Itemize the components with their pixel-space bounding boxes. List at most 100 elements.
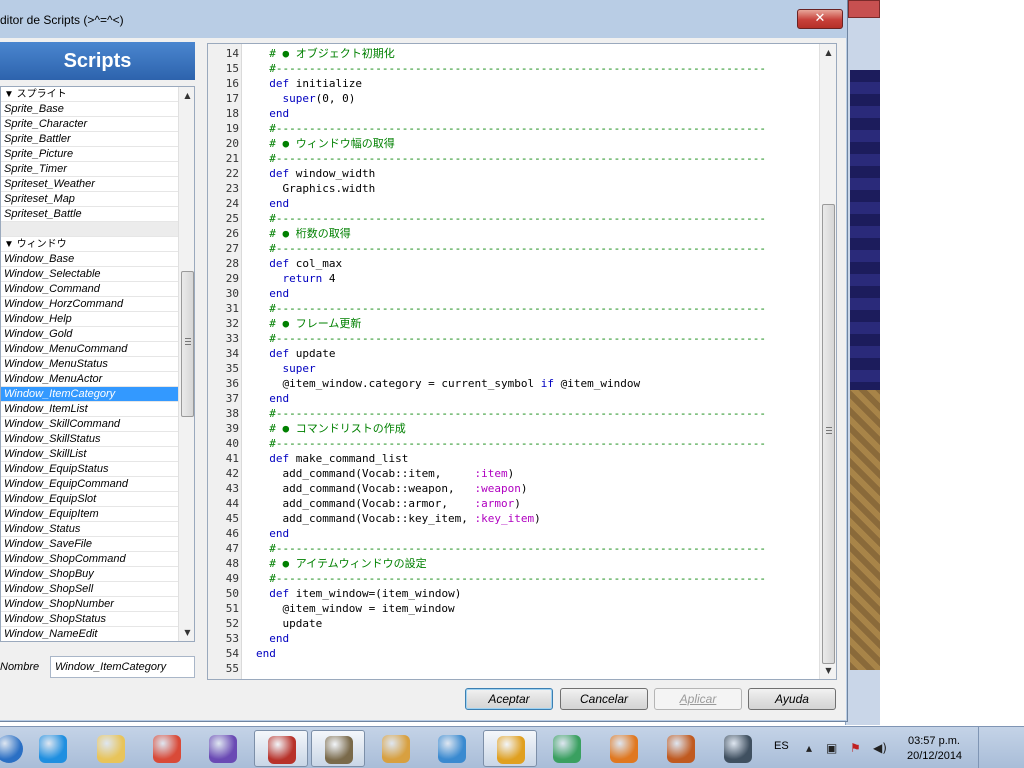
script-list-item[interactable]: Spriteset_Map [1,192,178,207]
scroll-down-arrow-icon[interactable]: ▼ [820,662,836,679]
script-group-header[interactable]: ▼ スプライト [1,87,178,102]
script-list-item[interactable]: Window_Help [1,312,178,327]
code-line[interactable]: 16 def initialize [208,76,818,91]
scrollbar-thumb[interactable] [181,271,194,417]
code-line[interactable]: 25 #------------------------------------… [208,211,818,226]
script-list-item[interactable]: Window_MenuCommand [1,342,178,357]
code-line[interactable]: 31 #------------------------------------… [208,301,818,316]
taskbar-button[interactable] [84,730,138,767]
taskbar-button[interactable] [311,730,365,767]
taskbar-button[interactable] [597,730,651,767]
script-list-item[interactable]: Window_MenuActor [1,372,178,387]
script-group-header[interactable]: ▼ ウィンドウ [1,237,178,252]
code-line[interactable]: 36 @item_window.category = current_symbo… [208,376,818,391]
code-line[interactable]: 23 Graphics.width [208,181,818,196]
code-line[interactable]: 51 @item_window = item_window [208,601,818,616]
code-editor[interactable]: 14 # ● オブジェクト初期化 15 #--------------------… [207,43,837,680]
cancel-button[interactable]: Cancelar [560,688,648,710]
scroll-up-arrow-icon[interactable]: ▲ [820,44,836,61]
code-line[interactable]: 38 #------------------------------------… [208,406,818,421]
help-button[interactable]: Ayuda [748,688,836,710]
action-center-icon[interactable]: ⚑ [850,741,861,755]
show-hidden-icons-icon[interactable]: ▴ [806,741,812,755]
scroll-up-arrow-icon[interactable]: ▲ [179,87,194,104]
script-list-item[interactable] [1,222,178,237]
script-list-scrollbar[interactable]: ▲ ▼ [178,87,194,641]
script-list-item[interactable]: Window_SkillList [1,447,178,462]
script-list-item[interactable]: Sprite_Picture [1,147,178,162]
script-list-item[interactable]: Window_EquipItem [1,507,178,522]
script-list[interactable]: ▼ スプライト Sprite_Base Sprite_Character Sprite… [0,86,195,642]
taskbar-button[interactable] [654,730,708,767]
script-list-item[interactable]: Window_EquipStatus [1,462,178,477]
code-line[interactable]: 44 add_command(Vocab::armor, :armor) [208,496,818,511]
taskbar-button[interactable] [196,730,250,767]
code-line[interactable]: 32 # ● フレーム更新 [208,316,818,331]
script-list-item[interactable]: Window_Base [1,252,178,267]
script-list-item[interactable]: Window_Gold [1,327,178,342]
apply-button[interactable]: Aplicar [654,688,742,710]
taskbar-button[interactable] [425,730,479,767]
script-list-item[interactable]: Window_EquipCommand [1,477,178,492]
code-line[interactable]: 21 #------------------------------------… [208,151,818,166]
code-line[interactable]: 14 # ● オブジェクト初期化 [208,46,818,61]
script-list-item[interactable]: Window_SkillCommand [1,417,178,432]
script-list-item[interactable]: Sprite_Base [1,102,178,117]
code-line[interactable]: 53 end [208,631,818,646]
code-line[interactable]: 22 def window_width [208,166,818,181]
code-line[interactable]: 42 add_command(Vocab::item, :item) [208,466,818,481]
script-name-input[interactable]: Window_ItemCategory [50,656,195,678]
scrollbar-thumb[interactable] [822,204,835,664]
script-list-item[interactable]: Window_ShopNumber [1,597,178,612]
clock-date[interactable]: 20/12/2014 [907,750,962,762]
code-line[interactable]: 48 # ● アイテムウィンドウの設定 [208,556,818,571]
script-list-item[interactable]: Sprite_Timer [1,162,178,177]
script-list-item[interactable]: Window_MenuStatus [1,357,178,372]
script-list-item[interactable]: Window_ShopBuy [1,567,178,582]
script-list-item[interactable]: Window_HorzCommand [1,297,178,312]
code-line[interactable]: 40 #------------------------------------… [208,436,818,451]
taskbar-button[interactable] [711,730,765,767]
script-list-item[interactable]: Window_ItemList [1,402,178,417]
volume-icon[interactable]: ◀) [873,741,887,755]
script-list-item[interactable]: Window_ShopSell [1,582,178,597]
script-list-item[interactable]: Window_ShopStatus [1,612,178,627]
script-list-item[interactable]: Window_SaveFile [1,537,178,552]
close-button[interactable]: ✕ [797,9,843,29]
code-line[interactable]: 35 super [208,361,818,376]
script-list-item[interactable]: Window_Command [1,282,178,297]
accept-button[interactable]: Aceptar [465,688,553,710]
code-line[interactable]: 39 # ● コマンドリストの作成 [208,421,818,436]
scroll-down-arrow-icon[interactable]: ▼ [179,624,194,641]
code-line[interactable]: 43 add_command(Vocab::weapon, :weapon) [208,481,818,496]
code-line[interactable]: 45 add_command(Vocab::key_item, :key_ite… [208,511,818,526]
code-line[interactable]: 19 #------------------------------------… [208,121,818,136]
code-line[interactable]: 41 def make_command_list [208,451,818,466]
script-list-item[interactable]: Window_ShopCommand [1,552,178,567]
code-line[interactable]: 30 end [208,286,818,301]
code-line[interactable]: 52 update [208,616,818,631]
script-list-item[interactable]: Window_NameEdit [1,627,178,641]
taskbar-button[interactable] [254,730,308,767]
title-bar[interactable]: ditor de Scripts (>^=^<) ✕ [0,4,848,36]
code-line[interactable]: 18 end [208,106,818,121]
code-line[interactable]: 26 # ● 桁数の取得 [208,226,818,241]
code-line[interactable]: 15 #------------------------------------… [208,61,818,76]
script-list-item[interactable]: Spriteset_Battle [1,207,178,222]
script-list-item[interactable]: Window_ItemCategory [1,387,178,402]
code-line[interactable]: 28 def col_max [208,256,818,271]
code-line[interactable]: 33 #------------------------------------… [208,331,818,346]
code-line[interactable]: 55 [208,661,818,676]
script-list-item[interactable]: Sprite_Character [1,117,178,132]
background-window-close-button[interactable] [848,0,880,18]
script-list-item[interactable]: Window_Status [1,522,178,537]
network-icon[interactable]: ▣ [826,741,837,755]
code-line[interactable]: 54 end [208,646,818,661]
script-list-item[interactable]: Sprite_Battler [1,132,178,147]
code-line[interactable]: 17 super(0, 0) [208,91,818,106]
code-line[interactable]: 37 end [208,391,818,406]
code-line[interactable]: 24 end [208,196,818,211]
script-list-item[interactable]: Window_EquipSlot [1,492,178,507]
taskbar-button[interactable] [26,730,80,767]
taskbar-button[interactable] [483,730,537,767]
